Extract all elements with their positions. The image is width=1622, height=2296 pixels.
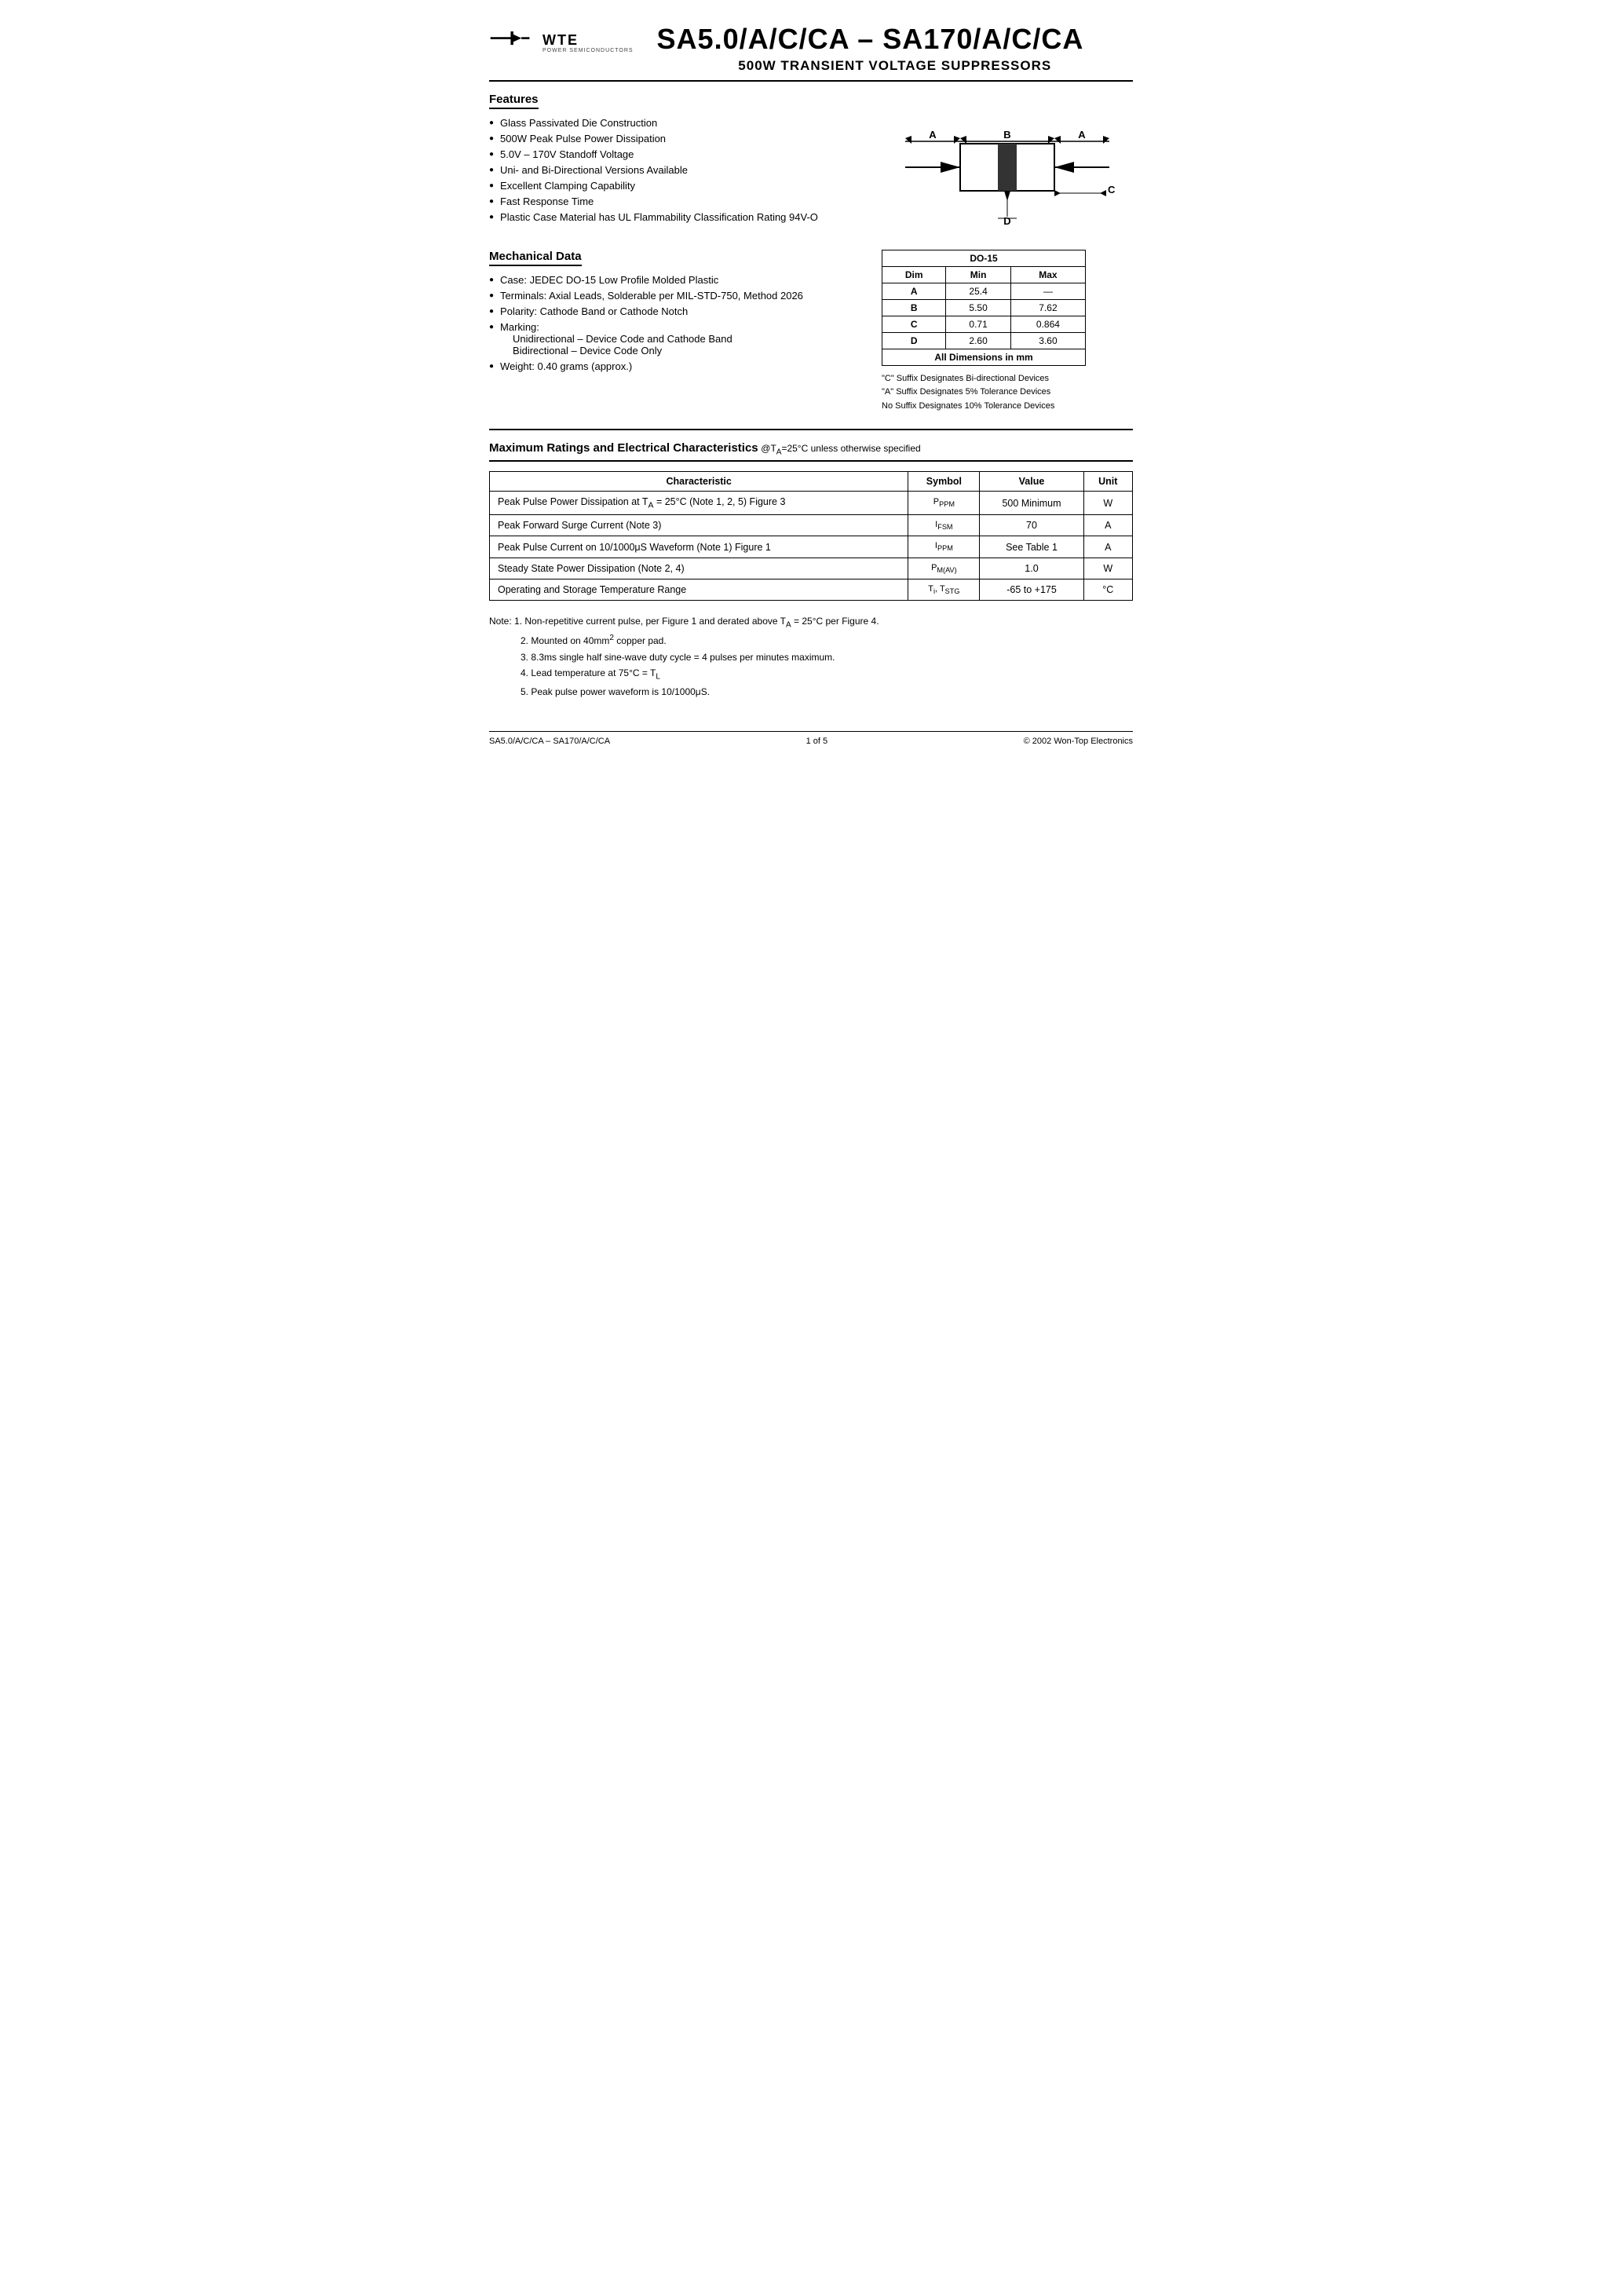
mechanical-section: Mechanical Data Case: JEDEC DO-15 Low Pr… <box>489 250 1133 414</box>
mechanical-left: Mechanical Data Case: JEDEC DO-15 Low Pr… <box>489 250 866 414</box>
svg-text:A: A <box>929 129 937 141</box>
mechanical-right: DO-15 Dim Min Max A 25.4 — B 5.50 7.62 C… <box>882 250 1133 414</box>
page-footer: SA5.0/A/C/CA – SA170/A/C/CA 1 of 5 © 200… <box>489 731 1133 746</box>
features-section: Features Glass Passivated Die Constructi… <box>489 93 1133 234</box>
logo-subtext: POWER SEMICONDUCTORS <box>542 48 634 53</box>
suffix-note-1: "C" Suffix Designates Bi-directional Dev… <box>882 372 1133 386</box>
do15-row-c: C 0.71 0.864 <box>882 316 1086 332</box>
features-list: Glass Passivated Die Construction 500W P… <box>489 117 866 223</box>
ratings-row-3: Peak Pulse Current on 10/1000μS Waveform… <box>490 536 1133 558</box>
max-ratings-title: Maximum Ratings and Electrical Character… <box>489 441 758 455</box>
ratings-row-5: Operating and Storage Temperature Range … <box>490 579 1133 600</box>
title-area: SA5.0/A/C/CA – SA170/A/C/CA 500W TRANSIE… <box>657 24 1133 74</box>
suffix-notes: "C" Suffix Designates Bi-directional Dev… <box>882 372 1133 414</box>
ratings-header-row: Characteristic Symbol Value Unit <box>490 471 1133 491</box>
note-5: 5. Peak pulse power waveform is 10/1000μ… <box>521 686 710 697</box>
main-title: SA5.0/A/C/CA – SA170/A/C/CA <box>657 24 1133 55</box>
do15-col-max: Max <box>1010 266 1085 283</box>
feature-item-5: Excellent Clamping Capability <box>489 180 866 192</box>
ratings-row-2: Peak Forward Surge Current (Note 3) IFSM… <box>490 515 1133 536</box>
ratings-divider <box>489 429 1133 430</box>
logo-text-block: WTE POWER SEMICONDUCTORS <box>542 33 634 54</box>
feature-item-6: Fast Response Time <box>489 196 866 207</box>
svg-text:A: A <box>1078 129 1086 141</box>
mechanical-title: Mechanical Data <box>489 250 582 266</box>
note-4: 4. Lead temperature at 75°C = TL <box>521 667 660 678</box>
feature-item-1: Glass Passivated Die Construction <box>489 117 866 129</box>
footer-right: © 2002 Won-Top Electronics <box>1024 737 1133 746</box>
suffix-note-2: "A" Suffix Designates 5% Tolerance Devic… <box>882 386 1133 400</box>
do15-row-b: B 5.50 7.62 <box>882 299 1086 316</box>
feature-item-3: 5.0V – 170V Standoff Voltage <box>489 148 866 160</box>
notes-section: Note: 1. Non-repetitive current pulse, p… <box>489 613 1133 700</box>
col-characteristic: Characteristic <box>490 471 908 491</box>
suffix-note-3: No Suffix Designates 10% Tolerance Devic… <box>882 400 1133 414</box>
note-2: 2. Mounted on 40mm2 copper pad. <box>521 635 667 646</box>
svg-text:D: D <box>1003 215 1010 227</box>
mechanical-list: Case: JEDEC DO-15 Low Profile Molded Pla… <box>489 274 866 372</box>
footer-center: 1 of 5 <box>806 737 828 746</box>
features-left: Features Glass Passivated Die Constructi… <box>489 93 866 234</box>
features-title: Features <box>489 93 539 109</box>
do15-title: DO-15 <box>882 250 1086 266</box>
mech-item-1: Case: JEDEC DO-15 Low Profile Molded Pla… <box>489 274 866 286</box>
notes-label: Note: <box>489 616 512 627</box>
ratings-table: Characteristic Symbol Value Unit Peak Pu… <box>489 471 1133 601</box>
col-symbol: Symbol <box>908 471 980 491</box>
sub-title: 500W TRANSIENT VOLTAGE SUPPRESSORS <box>657 58 1133 74</box>
col-unit: Unit <box>1083 471 1132 491</box>
do15-col-dim: Dim <box>882 266 946 283</box>
ratings-row-4: Steady State Power Dissipation (Note 2, … <box>490 558 1133 579</box>
do15-col-min: Min <box>946 266 1011 283</box>
mech-item-3: Polarity: Cathode Band or Cathode Notch <box>489 305 866 317</box>
feature-item-2: 500W Peak Pulse Power Dissipation <box>489 133 866 144</box>
col-value: Value <box>980 471 1083 491</box>
features-right: A B A C D <box>882 93 1133 234</box>
wte-logo-icon <box>489 24 536 63</box>
mech-item-2: Terminals: Axial Leads, Solderable per M… <box>489 290 866 302</box>
max-ratings-header: Maximum Ratings and Electrical Character… <box>489 441 1133 461</box>
ratings-row-1: Peak Pulse Power Dissipation at TA = 25°… <box>490 491 1133 515</box>
mech-item-4: Marking: Unidirectional – Device Code an… <box>489 321 866 356</box>
do15-row-a: A 25.4 — <box>882 283 1086 299</box>
do15-row-d: D 2.60 3.60 <box>882 332 1086 349</box>
logo-area: WTE POWER SEMICONDUCTORS <box>489 24 634 63</box>
footer-left: SA5.0/A/C/CA – SA170/A/C/CA <box>489 737 610 746</box>
svg-text:C: C <box>1108 184 1116 196</box>
mech-item-5: Weight: 0.40 grams (approx.) <box>489 360 866 372</box>
header-divider <box>489 80 1133 82</box>
max-ratings-condition: @TA=25°C unless otherwise specified <box>761 443 920 454</box>
feature-item-7: Plastic Case Material has UL Flammabilit… <box>489 211 866 223</box>
feature-item-4: Uni- and Bi-Directional Versions Availab… <box>489 164 866 176</box>
do15-table: DO-15 Dim Min Max A 25.4 — B 5.50 7.62 C… <box>882 250 1086 366</box>
note-3: 3. 8.3ms single half sine-wave duty cycl… <box>521 652 835 663</box>
page-header: WTE POWER SEMICONDUCTORS SA5.0/A/C/CA – … <box>489 24 1133 74</box>
do15-footer: All Dimensions in mm <box>882 349 1086 365</box>
svg-text:B: B <box>1003 129 1010 141</box>
diode-diagram: A B A C D <box>897 108 1117 234</box>
logo-brand: WTE <box>542 33 634 49</box>
